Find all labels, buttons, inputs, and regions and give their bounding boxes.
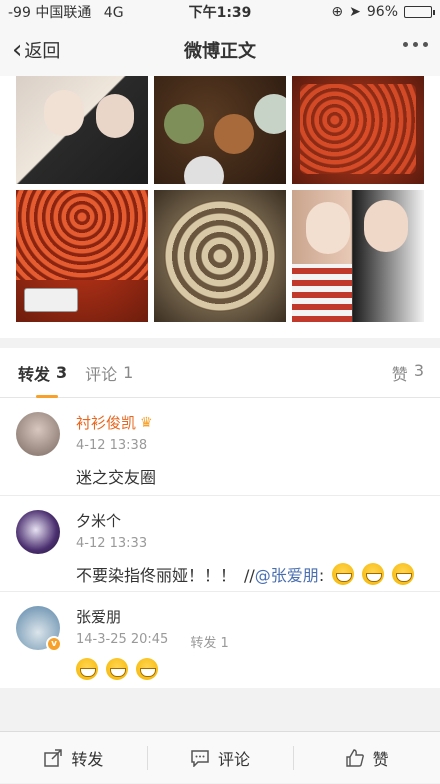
- user-name-row: 夕米个: [76, 510, 121, 531]
- share-icon: [43, 748, 63, 768]
- tab-repost-count: 3: [56, 363, 67, 382]
- location-icon: ➤: [349, 4, 361, 20]
- tab-like-label: 赞: [392, 361, 408, 385]
- comment-icon: [190, 748, 210, 768]
- like-button[interactable]: 赞: [293, 732, 440, 784]
- timestamp: 14-3-25 20:45: [76, 632, 168, 651]
- grin-emoji-icon: [362, 563, 384, 585]
- comment-label: 评论: [218, 746, 250, 770]
- back-button[interactable]: ‹ 返回: [0, 37, 60, 63]
- bottom-action-bar: 转发 评论 赞: [0, 731, 440, 783]
- tab-repost[interactable]: 转发 3: [0, 348, 67, 398]
- post-time: 4-12 13:38: [76, 438, 147, 453]
- user-name[interactable]: 张爱朋: [76, 606, 121, 627]
- status-bar: -99 中国联通 4G 下午1:39 ⊕ ➤ 96%: [0, 0, 440, 24]
- nav-bar: ‹ 返回 微博正文: [0, 24, 440, 76]
- network-type: 4G: [104, 5, 124, 21]
- photo-detail: [292, 264, 352, 322]
- page-title: 微博正文: [0, 37, 440, 63]
- mention-link[interactable]: @张爱朋: [255, 566, 319, 585]
- tab-repost-label: 转发: [18, 361, 50, 385]
- post-photo-5[interactable]: [154, 190, 286, 322]
- grin-emoji-icon: [136, 658, 158, 680]
- grin-emoji-icon: [106, 658, 128, 680]
- mention-colon: :: [319, 566, 324, 585]
- avatar[interactable]: [16, 412, 60, 456]
- like-label: 赞: [373, 746, 389, 770]
- comment-text: 迷之交友圈: [76, 464, 156, 488]
- battery-icon: [404, 6, 432, 18]
- repost-chain: //@张爱朋:: [244, 562, 324, 586]
- tab-comment-label: 评论: [85, 361, 117, 385]
- carrier-name: 中国联通: [35, 5, 91, 21]
- battery-percent: 96%: [367, 4, 398, 20]
- user-name[interactable]: 衬衫俊凯: [76, 412, 136, 433]
- post-photo-4[interactable]: [16, 190, 148, 322]
- more-dots-icon[interactable]: [403, 42, 428, 47]
- repost-separator: //: [244, 566, 255, 585]
- tab-comment[interactable]: 评论 1: [67, 348, 133, 398]
- rotation-lock-icon: ⊕: [331, 4, 343, 20]
- tab-like[interactable]: 赞 3: [392, 361, 424, 385]
- section-divider: [0, 338, 440, 348]
- verified-badge-icon: v: [46, 636, 62, 652]
- timestamp: 4-12 13:38: [76, 438, 147, 453]
- user-name-row: 张爱朋: [76, 606, 121, 627]
- post-photo-3[interactable]: [292, 76, 424, 184]
- timestamp: 4-12 13:33: [76, 536, 147, 551]
- thumbs-up-icon: [345, 748, 365, 768]
- repost-button[interactable]: 转发: [0, 732, 147, 784]
- post-time: 4-12 13:33: [76, 536, 147, 551]
- chevron-left-icon: ‹: [12, 37, 22, 63]
- comment-button[interactable]: 评论: [147, 732, 294, 784]
- carrier-info: -99 中国联通 4G: [8, 2, 331, 22]
- list-item[interactable]: 衬衫俊凯 ♛ 4-12 13:38 迷之交友圈: [0, 398, 440, 496]
- post-time: 14-3-25 20:45 转发 1: [76, 632, 229, 651]
- grin-emoji-icon: [76, 658, 98, 680]
- user-name[interactable]: 夕米个: [76, 510, 121, 531]
- tab-like-count: 3: [414, 361, 424, 385]
- back-label: 返回: [24, 37, 60, 63]
- user-name-row: 衬衫俊凯 ♛: [76, 412, 153, 433]
- photo-grid: [0, 76, 440, 338]
- comment-body: 不要染指佟丽娅！！！: [76, 562, 236, 586]
- comment-text: [76, 658, 158, 680]
- grin-emoji-icon: [392, 563, 414, 585]
- repost-label: 转发: [71, 746, 103, 770]
- post-photo-1[interactable]: [16, 76, 148, 184]
- post-photo-6[interactable]: [292, 190, 424, 322]
- vip-crown-icon: ♛: [140, 415, 153, 431]
- list-item[interactable]: 夕米个 4-12 13:33 不要染指佟丽娅！！！ //@张爱朋:: [0, 496, 440, 592]
- tab-comment-count: 1: [123, 363, 133, 382]
- post-photo-2[interactable]: [154, 76, 286, 184]
- repost-count[interactable]: 转发 1: [190, 632, 228, 651]
- status-right: ⊕ ➤ 96%: [331, 4, 432, 20]
- grin-emoji-icon: [332, 563, 354, 585]
- interaction-tabs: 转发 3 评论 1 赞 3: [0, 348, 440, 398]
- comment-text: 不要染指佟丽娅！！！ //@张爱朋:: [76, 562, 414, 586]
- list-item[interactable]: v 张爱朋 14-3-25 20:45 转发 1: [0, 592, 440, 688]
- avatar[interactable]: v: [16, 606, 60, 650]
- comment-body: 迷之交友圈: [76, 464, 156, 488]
- repost-list: 衬衫俊凯 ♛ 4-12 13:38 迷之交友圈 夕米个 4-12 13:33 不…: [0, 398, 440, 688]
- avatar[interactable]: [16, 510, 60, 554]
- signal-strength: -99: [8, 5, 31, 21]
